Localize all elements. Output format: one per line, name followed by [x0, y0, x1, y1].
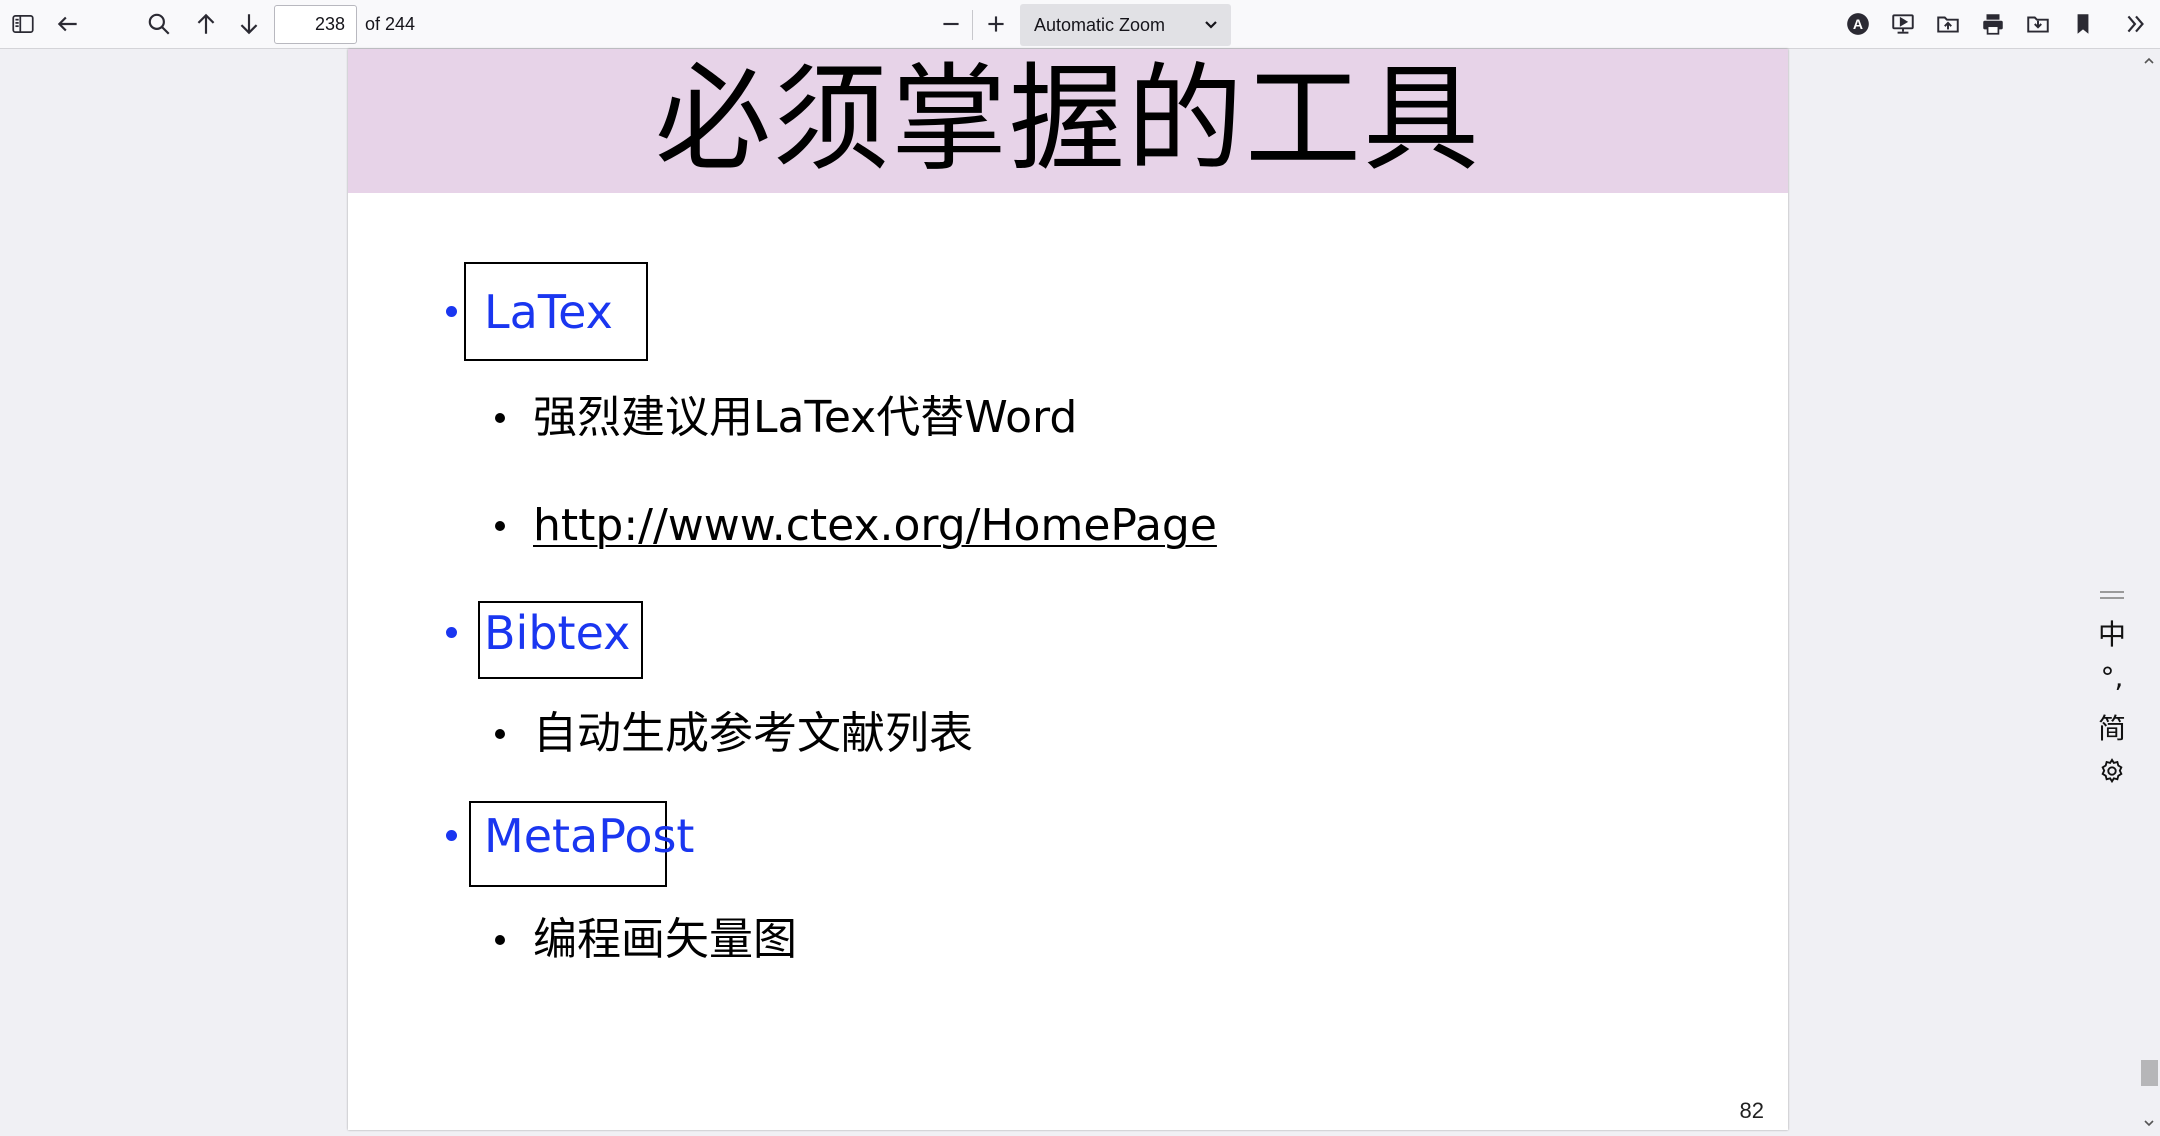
- open-file-icon: [1937, 16, 1959, 33]
- item-bibtex-label: Bibtex: [484, 606, 631, 660]
- ime-script-toggle[interactable]: 简: [2094, 707, 2130, 747]
- bullet-dot: [495, 413, 505, 423]
- slide-page-number: 82: [1739, 1098, 1764, 1123]
- document-viewer: 必须掌握的工具 LaTex 强烈建议用LaTex代替Word http://ww…: [0, 49, 2160, 1136]
- tools-menu-icon: [2127, 15, 2144, 33]
- toolbar-divider: [972, 10, 973, 40]
- zoom-in-icon: [988, 16, 1004, 32]
- vertical-scrollbar[interactable]: [2139, 49, 2160, 1136]
- slide-title: 必须掌握的工具: [655, 52, 1481, 187]
- scroll-up-arrow-icon[interactable]: [2143, 55, 2155, 67]
- chevron-down-icon: [1205, 21, 1217, 29]
- ime-toolbar[interactable]: 中 °, 简: [2094, 585, 2130, 795]
- zoom-out-button[interactable]: [933, 6, 969, 42]
- bullet-dot: [495, 729, 505, 739]
- item-metapost-label: MetaPost: [484, 809, 695, 863]
- save-button[interactable]: [2020, 6, 2056, 42]
- back-icon: [57, 16, 77, 32]
- search-button[interactable]: [141, 6, 177, 42]
- svg-text:A: A: [1853, 16, 1863, 32]
- sidebar-toggle-button[interactable]: [5, 6, 41, 42]
- search-icon: [148, 13, 170, 35]
- accessibility-icon: A: [1847, 13, 1869, 35]
- previous-page-icon: [197, 13, 215, 34]
- bullet-dot: [446, 306, 457, 317]
- bullet-dot: [446, 627, 457, 638]
- scrollbar-thumb[interactable]: [2141, 1060, 2158, 1086]
- ime-grip[interactable]: [2100, 597, 2124, 599]
- subitem-bibtex-desc: 自动生成参考文献列表: [533, 708, 973, 759]
- toolbar: of 244 Automatic Zoom A: [0, 0, 2160, 49]
- presentation-icon: [1892, 14, 1914, 34]
- ime-language-toggle[interactable]: 中: [2094, 613, 2130, 653]
- bullet-dot: [495, 935, 505, 945]
- bullet-dot: [495, 521, 505, 531]
- ime-settings-button[interactable]: [2098, 757, 2126, 785]
- presentation-mode-button[interactable]: [1885, 6, 1921, 42]
- ime-punctuation-toggle[interactable]: °,: [2094, 661, 2130, 694]
- item-latex-label: LaTex: [484, 285, 613, 339]
- zoom-select[interactable]: Automatic Zoom: [1020, 4, 1231, 46]
- bookmark-button[interactable]: [2065, 6, 2101, 42]
- page-number-input[interactable]: [274, 5, 357, 44]
- subitem-latex-recommend: 强烈建议用LaTex代替Word: [533, 392, 1078, 443]
- subitem-metapost-desc: 编程画矢量图: [533, 914, 797, 965]
- next-page-icon: [240, 14, 258, 35]
- accessibility-button[interactable]: A: [1840, 6, 1876, 42]
- bullet-dot: [446, 830, 457, 841]
- bookmark-icon: [2077, 14, 2089, 34]
- next-page-button[interactable]: [231, 6, 267, 42]
- title-band: 必须掌握的工具: [348, 49, 1788, 193]
- page-count-label: of 244: [365, 14, 416, 34]
- scroll-down-arrow-icon[interactable]: [2143, 1117, 2155, 1129]
- tools-menu-button[interactable]: [2118, 6, 2154, 42]
- ctex-homepage-link[interactable]: http://www.ctex.org/HomePage: [533, 500, 1217, 552]
- previous-page-button[interactable]: [188, 6, 224, 42]
- ime-grip[interactable]: [2100, 591, 2124, 593]
- save-icon: [2027, 16, 2049, 33]
- zoom-out-icon: [943, 22, 959, 26]
- back-button[interactable]: [50, 6, 86, 42]
- open-file-button[interactable]: [1930, 6, 1966, 42]
- gear-icon: [2101, 758, 2123, 784]
- print-button[interactable]: [1975, 6, 2011, 42]
- pdf-page: 必须掌握的工具 LaTex 强烈建议用LaTex代替Word http://ww…: [348, 49, 1788, 1130]
- sidebar-toggle-icon: [12, 15, 34, 33]
- zoom-select-value: Automatic Zoom: [1034, 15, 1166, 35]
- print-icon: [1983, 14, 2003, 35]
- zoom-in-button[interactable]: [978, 6, 1014, 42]
